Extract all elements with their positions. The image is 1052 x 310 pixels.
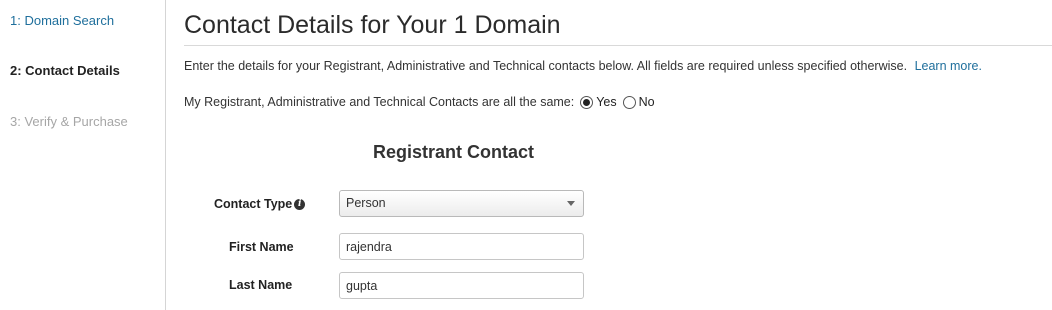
- step-verify-purchase: 3: Verify & Purchase: [10, 114, 128, 129]
- contact-type-label: Contact Type i: [214, 197, 306, 211]
- contact-details-page: 1: Domain Search 2: Contact Details 3: V…: [0, 0, 1052, 310]
- same-contacts-no-option[interactable]: No: [622, 95, 655, 109]
- contact-type-label-text: Contact Type: [214, 197, 293, 211]
- same-contacts-question: My Registrant, Administrative and Techni…: [184, 95, 575, 109]
- yes-radio-label: Yes: [596, 95, 617, 109]
- contact-type-selected-value: Person: [346, 196, 386, 210]
- title-divider: [184, 45, 1052, 46]
- intro-message: Enter the details for your Registrant, A…: [184, 59, 908, 73]
- first-name-label: First Name: [229, 240, 294, 254]
- chevron-down-icon: [567, 201, 575, 206]
- no-radio-label: No: [638, 95, 655, 109]
- first-name-input[interactable]: [339, 233, 584, 260]
- steps-sidebar: 1: Domain Search 2: Contact Details 3: V…: [0, 0, 166, 310]
- intro-text: Enter the details for your Registrant, A…: [184, 59, 982, 73]
- step-domain-search[interactable]: 1: Domain Search: [10, 13, 114, 28]
- registrant-contact-heading: Registrant Contact: [373, 142, 535, 162]
- last-name-input[interactable]: [339, 272, 584, 299]
- learn-more-link[interactable]: Learn more.: [915, 59, 982, 73]
- contact-type-select[interactable]: Person: [339, 190, 584, 217]
- no-radio[interactable]: [622, 95, 636, 109]
- same-contacts-row: My Registrant, Administrative and Techni…: [184, 95, 655, 109]
- info-icon[interactable]: i: [294, 198, 306, 210]
- yes-radio[interactable]: [580, 95, 594, 109]
- page-title: Contact Details for Your 1 Domain: [184, 11, 561, 39]
- step-contact-details: 2: Contact Details: [10, 63, 120, 78]
- same-contacts-yes-option[interactable]: Yes: [580, 95, 617, 109]
- last-name-label: Last Name: [229, 278, 293, 292]
